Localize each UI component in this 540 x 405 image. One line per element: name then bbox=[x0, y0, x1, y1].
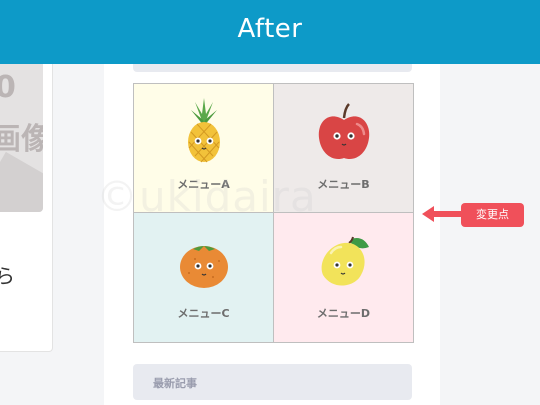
menu-item-label: メニューD bbox=[316, 307, 371, 320]
article-card[interactable]: 0 画像 ら bbox=[0, 64, 53, 352]
apple-icon bbox=[318, 103, 370, 160]
article-thumbnail[interactable]: 0 画像 bbox=[0, 64, 43, 212]
header-title: After bbox=[237, 14, 303, 44]
lemon-icon bbox=[321, 236, 369, 286]
orange-icon bbox=[180, 246, 228, 288]
recent-posts-title: 最新記事 bbox=[153, 377, 197, 390]
menu-item-c[interactable]: メニューC bbox=[134, 213, 274, 342]
recent-posts-header: 最新記事 bbox=[133, 364, 412, 400]
sidebar-widget-top bbox=[133, 64, 412, 72]
arrow-left-icon bbox=[422, 206, 462, 222]
pineapple-icon bbox=[188, 98, 220, 163]
watermark-text: ©ukidaira bbox=[96, 172, 317, 221]
menu-item-label: メニューC bbox=[177, 307, 230, 320]
change-point-badge: 変更点 bbox=[461, 203, 524, 227]
menu-item-d[interactable]: メニューD bbox=[274, 213, 413, 342]
thumbnail-digit: 0 bbox=[0, 70, 16, 105]
header-bar: After bbox=[0, 0, 540, 64]
article-title-fragment: ら bbox=[0, 260, 15, 289]
thumbnail-shape bbox=[0, 151, 43, 212]
thumbnail-text: 画像 bbox=[0, 114, 43, 158]
